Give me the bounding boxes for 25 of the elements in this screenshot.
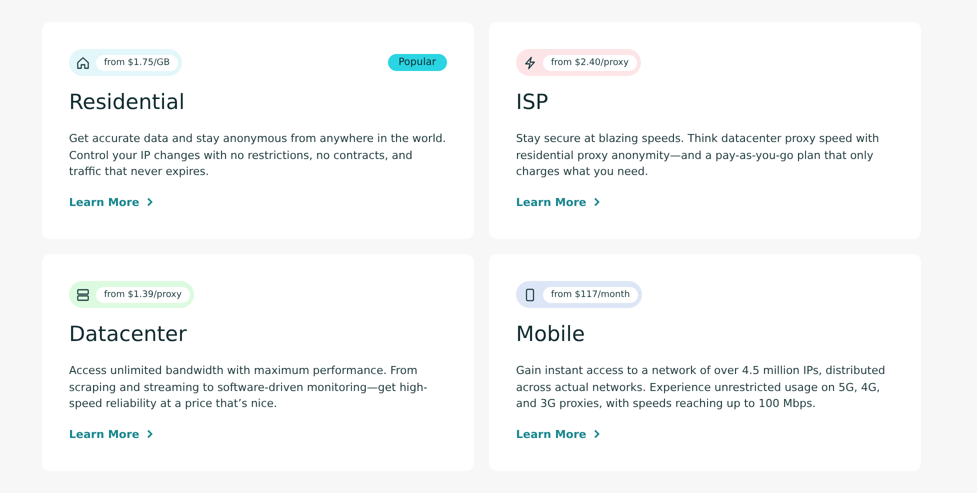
card-title: Mobile <box>516 322 586 346</box>
lightning-icon <box>523 56 537 70</box>
chevron-right-icon <box>146 429 154 439</box>
phone-icon <box>523 288 537 302</box>
popular-badge: Popular <box>388 54 447 71</box>
learn-more-link[interactable]: Learn More <box>516 428 602 440</box>
card-description: Stay secure at blazing speeds. Think datacenter proxy speed with residential proxy anonymity—and a pay-as-you-go plan that only charges what you need. <box>516 131 880 180</box>
chevron-right-icon <box>146 197 154 207</box>
chevron-right-icon <box>593 197 602 207</box>
card-description: Access unlimited bandwidth with maximum performance. From scraping and streaming to software-driven monitoring—get high-speed reliability at a price that’s nice. <box>69 363 428 412</box>
price-label: from $117/month <box>543 286 638 302</box>
price-label: from $1.39/proxy <box>96 286 190 302</box>
card-title: Residential <box>69 90 186 114</box>
learn-more-link[interactable]: Learn More <box>69 428 154 440</box>
card-title: ISP <box>516 90 550 114</box>
card-description: Gain instant access to a network of over 4.5 million IPs, distributed across actual networks. Experience unrestricted usage on 5G, 4G, and 3G proxies, with speeds reaching up to 100 Mbps. <box>516 363 886 412</box>
card-title: Datacenter <box>69 322 188 346</box>
learn-more-link[interactable]: Learn More <box>516 196 602 208</box>
chevron-right-icon <box>593 429 602 439</box>
price-label: from $2.40/proxy <box>543 54 637 70</box>
learn-more-link[interactable]: Learn More <box>69 196 154 208</box>
price-label: from $1.75/GB <box>96 54 178 70</box>
house-icon <box>76 56 90 70</box>
server-icon <box>76 288 90 302</box>
card-description: Get accurate data and stay anonymous from anywhere in the world. Control your IP changes with no restrictions, no contracts, and traffic that never expires. <box>69 131 447 180</box>
